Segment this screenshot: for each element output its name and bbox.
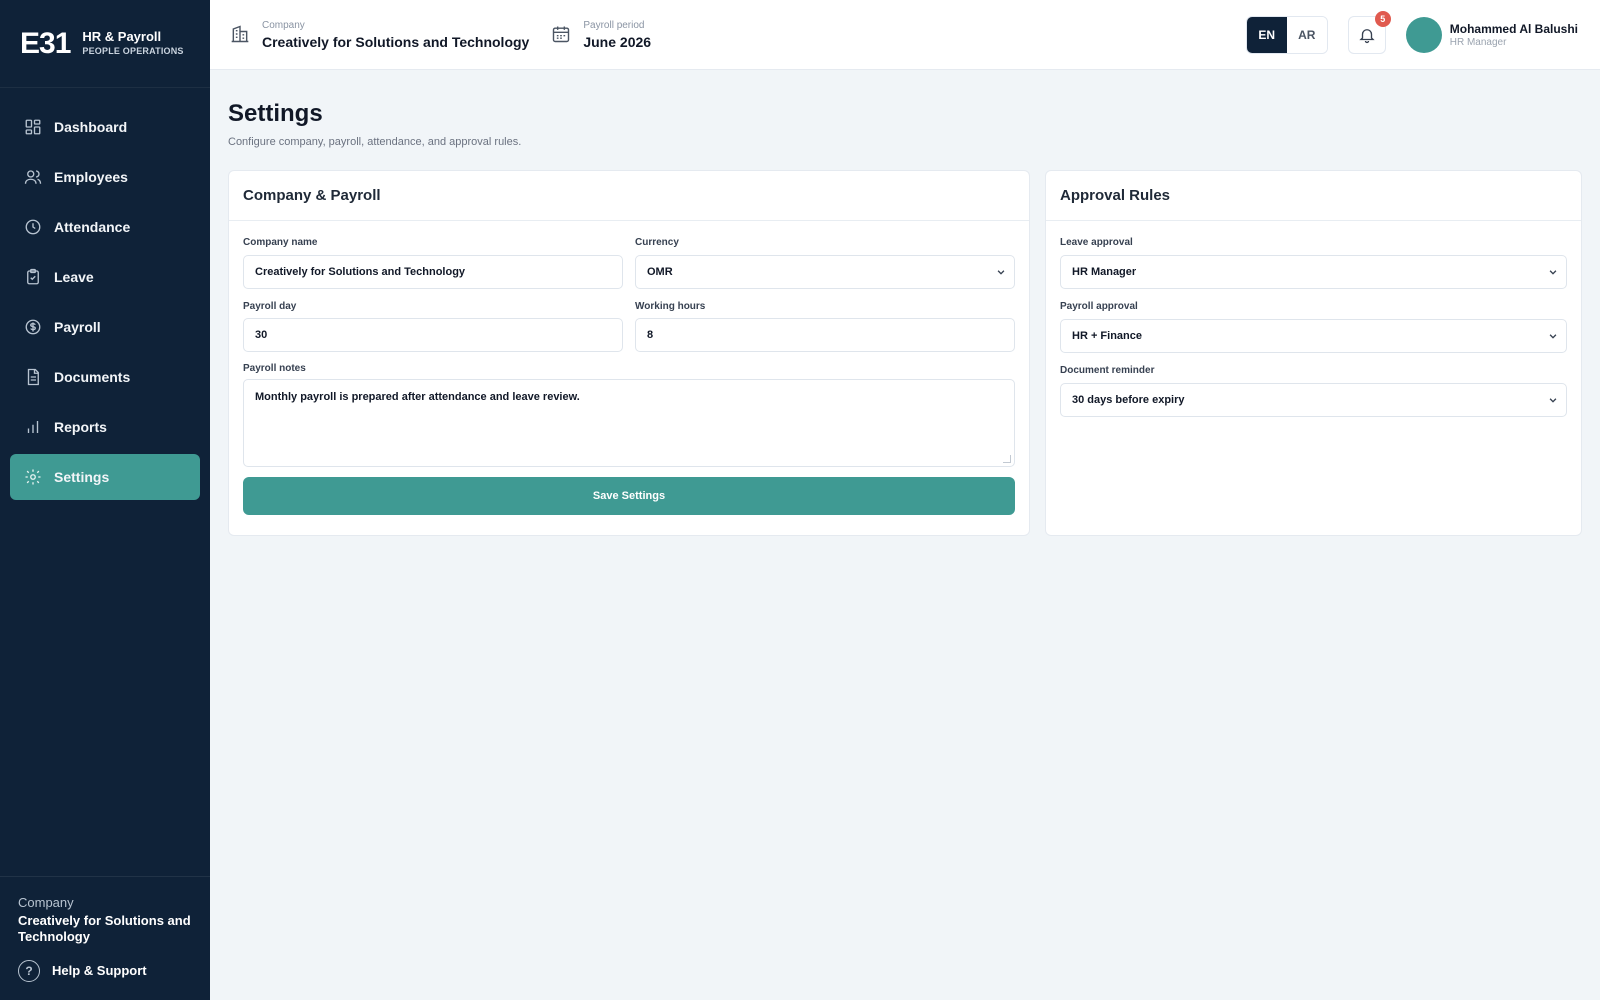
brand-subtitle: PEOPLE OPERATIONS [82,45,184,56]
payroll-period-value: June 2026 [583,33,652,50]
document-reminder-select[interactable]: 30 days before expiry [1060,383,1567,417]
leave-approval-select[interactable]: HR Manager [1060,255,1567,289]
working-hours-label: Working hours [635,301,706,312]
payroll-approval-label: Payroll approval [1060,301,1138,312]
chevron-down-icon [1549,334,1557,339]
sidebar-item-label: Payroll [54,319,101,335]
currency-select[interactable]: OMR [635,255,1015,289]
payroll-notes-field[interactable]: Monthly payroll is prepared after attend… [243,379,1015,467]
topbar: Company Creatively for Solutions and Tec… [210,0,1600,70]
working-hours-field[interactable]: 8 [635,318,1015,352]
company-label: Company [262,19,305,31]
leave-approval-value: HR Manager [1072,266,1137,278]
calendar-icon [551,24,573,46]
sidebar-item-label: Leave [54,269,94,285]
sidebar-nav: Dashboard Employees Attendance Leave Pay… [0,88,210,500]
dollar-icon [24,318,42,336]
sidebar-footer: Company Creatively for Solutions and Tec… [0,876,210,1000]
dashboard-icon [24,118,42,136]
company-payroll-card: Company & Payroll Company name Creativel… [228,170,1030,536]
payroll-day-label: Payroll day [243,301,297,312]
payroll-period-label: Payroll period [583,19,645,31]
sidebar-item-label: Employees [54,169,128,185]
payroll-day-field[interactable]: 30 [243,318,623,352]
clock-icon [24,218,42,236]
bell-icon [1358,26,1376,44]
sidebar-item-label: Attendance [54,219,131,235]
company-selector[interactable]: Company Creatively for Solutions and Tec… [230,20,529,50]
document-reminder-label: Document reminder [1060,365,1155,376]
chevron-down-icon [1549,270,1557,275]
language-toggle: EN AR [1245,16,1328,54]
document-reminder-value: 30 days before expiry [1072,394,1185,406]
sidebar-item-documents[interactable]: Documents [10,354,200,400]
bar-chart-icon [24,418,42,436]
brand: E31 HR & Payroll PEOPLE OPERATIONS [0,0,210,88]
sidebar-item-payroll[interactable]: Payroll [10,304,200,350]
currency-value: OMR [647,266,673,278]
sidebar-item-attendance[interactable]: Attendance [10,204,200,250]
payroll-notes-label: Payroll notes [243,363,306,374]
notification-badge: 5 [1374,11,1391,27]
payroll-approval-value: HR + Finance [1072,330,1142,342]
brand-title: HR & Payroll [82,29,162,45]
help-icon: ? [18,959,40,982]
footer-company-name: Creatively for Solutions and Technology [18,913,191,945]
users-icon [24,168,42,186]
sidebar-item-leave[interactable]: Leave [10,254,200,300]
payroll-notes-value: Monthly payroll is prepared after attend… [255,391,580,403]
user-role: HR Manager [1449,37,1507,48]
card-title: Company & Payroll [229,171,1029,221]
sidebar-item-label: Dashboard [54,119,128,135]
company-name-label: Company name [243,237,318,248]
lang-ar-button[interactable]: AR [1286,17,1327,53]
approval-rules-card: Approval Rules Leave approval HR Manager… [1045,170,1582,536]
resize-handle[interactable] [1003,455,1011,463]
brand-logo: E31 [20,26,71,60]
sidebar-item-label: Settings [54,469,110,485]
main-content: Settings Configure company, payroll, att… [228,100,1582,536]
payroll-approval-select[interactable]: HR + Finance [1060,319,1567,353]
payroll-day-value: 30 [255,329,268,341]
notifications-button[interactable]: 5 [1347,11,1391,54]
sidebar: E31 HR & Payroll PEOPLE OPERATIONS Dashb… [0,0,210,1000]
chevron-down-icon [997,270,1005,275]
help-support-link[interactable]: ? Help & Support [18,959,192,982]
clipboard-icon [24,268,42,286]
gear-icon [24,468,42,486]
user-menu[interactable]: Mohammed Al Balushi HR Manager [1405,17,1578,53]
company-value: Creatively for Solutions and Technology [262,33,530,50]
sidebar-item-dashboard[interactable]: Dashboard [10,104,200,150]
help-support-label: Help & Support [52,963,147,978]
lang-en-button[interactable]: EN [1246,17,1287,53]
chevron-down-icon [1549,398,1557,403]
page-subtitle: Configure company, payroll, attendance, … [228,136,522,148]
sidebar-item-settings[interactable]: Settings [10,454,200,500]
currency-label: Currency [635,237,679,248]
company-name-field[interactable]: Creatively for Solutions and Technology [243,255,623,289]
avatar [1405,17,1442,53]
working-hours-value: 8 [647,329,654,341]
save-settings-button[interactable]: Save Settings [243,477,1015,515]
sidebar-item-reports[interactable]: Reports [10,404,200,450]
sidebar-item-label: Documents [54,369,131,385]
sidebar-item-employees[interactable]: Employees [10,154,200,200]
card-title: Approval Rules [1046,171,1581,221]
sidebar-item-label: Reports [54,419,107,435]
page-title: Settings [228,100,323,127]
building-icon [230,24,252,46]
document-icon [24,368,42,386]
footer-company-label: Company [18,895,74,910]
leave-approval-label: Leave approval [1060,237,1133,248]
company-name-value: Creatively for Solutions and Technology [255,266,466,278]
user-name: Mohammed Al Balushi [1449,22,1578,36]
payroll-period-selector[interactable]: Payroll period June 2026 [551,20,651,50]
